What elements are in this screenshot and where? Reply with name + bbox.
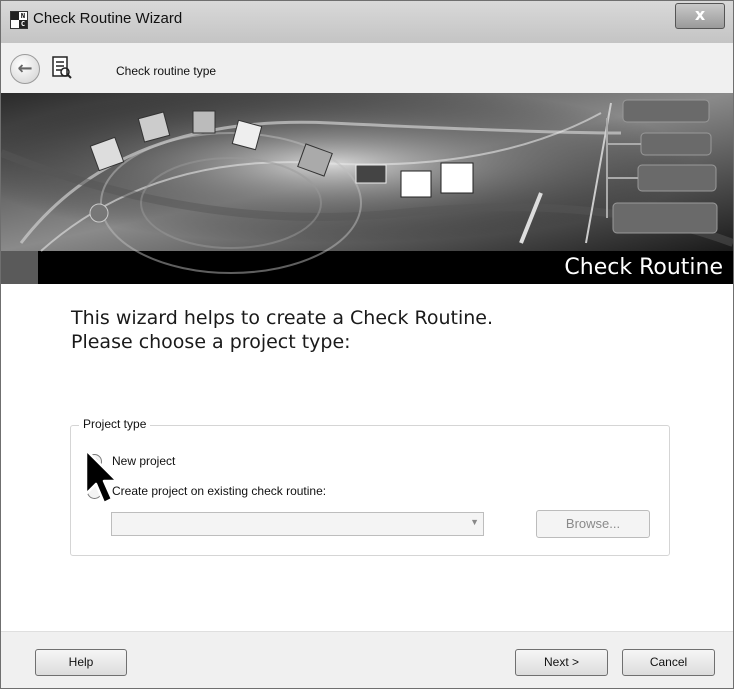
help-button[interactable]: Help: [35, 649, 127, 676]
step-title: Check routine type: [116, 64, 217, 78]
project-type-group: Project type New project Create project …: [70, 417, 670, 556]
wizard-window: N C Check Routine Wizard x ← Check routi…: [0, 0, 734, 689]
existing-routine-combo[interactable]: ▼: [111, 512, 484, 536]
browse-button[interactable]: Browse...: [536, 510, 650, 538]
chevron-down-icon[interactable]: ▼: [470, 517, 479, 527]
new-project-label[interactable]: New project: [112, 454, 175, 468]
banner-caption: Check Routine: [564, 255, 723, 280]
app-icon-cell: N: [20, 12, 26, 20]
wizard-footer: Help Next > Cancel: [1, 631, 733, 688]
mouse-cursor-icon: [84, 448, 119, 505]
close-button[interactable]: x: [675, 3, 725, 29]
wizard-nav-bar: ← Check routine type: [1, 43, 733, 93]
app-icon-cell: [11, 12, 19, 20]
intro-line-2: Please choose a project type:: [71, 331, 351, 353]
app-icon: N C: [10, 11, 28, 29]
project-type-legend: Project type: [79, 417, 151, 431]
intro-text: This wizard helps to create a Check Rout…: [71, 306, 493, 354]
window-title: Check Routine Wizard: [33, 10, 183, 27]
title-bar[interactable]: N C Check Routine Wizard x: [1, 1, 733, 43]
intro-line-1: This wizard helps to create a Check Rout…: [71, 307, 494, 329]
document-icon: [52, 56, 72, 79]
app-icon-cell: C: [19, 20, 27, 28]
next-button[interactable]: Next >: [515, 649, 608, 676]
header-banner: Check Routine: [1, 93, 733, 284]
back-arrow-icon: ←: [17, 58, 33, 79]
existing-routine-label[interactable]: Create project on existing check routine…: [112, 484, 326, 498]
cancel-button[interactable]: Cancel: [622, 649, 715, 676]
back-button[interactable]: ←: [10, 54, 40, 84]
app-icon-cell: [11, 20, 19, 28]
close-icon: x: [694, 5, 706, 24]
